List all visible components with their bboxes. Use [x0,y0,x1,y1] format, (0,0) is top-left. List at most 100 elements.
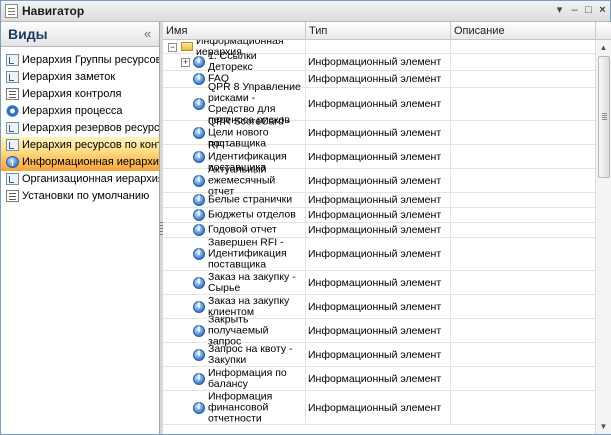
row-type: Информационный элемент [308,194,442,206]
table-row[interactable]: Запрос на квоту - Закупки Информационный … [163,343,595,367]
folder-icon [181,41,193,51]
info-element-icon [193,55,205,68]
views-panel: Виды « Иерархия Группы ресурсов Иерархия … [1,22,160,434]
cell-type: Информационный элемент [306,343,451,366]
view-item[interactable]: Иерархия процесса [1,103,159,120]
minimize-button[interactable]: – [567,3,582,18]
cell-description [451,88,595,120]
cell-description [451,223,595,237]
table-row[interactable]: +1. Ссылки ДеторексИнформационный элемен… [163,50,595,73]
view-item[interactable]: Информационная иерархия [1,154,159,171]
items-panel: Имя Тип Описание − Информационная иерархи… [163,22,611,434]
views-list: Иерархия Группы ресурсов Иерархия заметок… [1,52,159,205]
row-name: Годовой отчет [208,223,277,236]
tree-icon [6,71,19,83]
maximize-button[interactable]: □ [581,3,596,18]
cell-name: Запрос на квоту - Закупки [163,343,306,366]
cell-name: Информация по балансу [163,367,306,390]
table-row[interactable]: Завершен RFI - Идентификация поставщика И… [163,237,595,271]
vertical-scrollbar[interactable]: ▲ ▼ [595,40,611,434]
view-item[interactable]: Иерархия контроля [1,86,159,103]
view-item[interactable]: Иерархия резервов ресурса [1,120,159,137]
view-item-label: Иерархия ресурсов по контрол... [22,139,159,151]
cell-description [451,121,595,144]
row-type: Информационный элемент [308,248,442,260]
row-type: Информационный элемент [308,150,442,163]
cell-name: Информация финансовой отчетности [163,391,306,424]
cell-name: Заказ на закупку - Сырье [163,271,306,294]
cell-name: Актуальный ежемесячный отчет [163,164,306,197]
table-row[interactable]: Бюджеты отделов Информационный элемент [163,208,595,223]
table-row[interactable]: Информация финансовой отчетности Информац… [163,391,595,425]
cell-description [451,193,595,207]
title-bar: Навигатор ▾ – □ × [1,1,610,22]
row-type: Информационный элемент [308,348,442,361]
collapse-panel-button[interactable]: « [144,26,151,41]
row-type: Информационный элемент [308,209,442,221]
view-item[interactable]: Иерархия Группы ресурсов [1,52,159,69]
cell-type: Информационный элемент [306,367,451,390]
view-item[interactable]: Иерархия заметок [1,69,159,86]
row-name: Запрос на квоту - Закупки [208,342,293,366]
collapse-icon[interactable]: − [168,42,177,52]
gear-icon [6,105,19,117]
list-icon [6,88,19,100]
views-panel-title: Виды [8,26,48,42]
cell-description [451,208,595,222]
cell-type: Информационный элемент [306,71,451,87]
scrollbar-thumb[interactable] [598,56,610,178]
navigator-app-icon [5,4,18,18]
close-button[interactable]: × [595,3,610,18]
column-header-type[interactable]: Тип [306,22,451,40]
row-type: Информационный элемент [308,98,442,110]
navigator-window: Навигатор ▾ – □ × Виды « Иерархия Группы… [0,0,611,435]
cell-name: Закрыть получаемый запрос [163,314,306,347]
cell-name: Завершен RFI - Идентификация поставщика [163,237,306,270]
view-item-label: Иерархия заметок [22,71,116,83]
cell-description [451,238,595,270]
expand-icon[interactable]: + [181,58,190,67]
row-type: Информационный элемент [308,224,442,236]
cell-description [451,343,595,366]
list-icon [6,190,19,202]
views-panel-header: Виды « [1,22,159,47]
view-item[interactable]: Иерархия ресурсов по контрол... [1,137,159,154]
cell-type: Информационный элемент [306,208,451,222]
table-row[interactable]: Информация по балансу Информационный элем… [163,367,595,391]
table-row[interactable]: Заказ на закупку - Сырье Информационный э… [163,271,595,295]
cell-type: Информационный элемент [306,271,451,294]
table-row[interactable]: Актуальный ежемесячный отчетИнформационн… [163,164,595,197]
column-header-description[interactable]: Описание [451,22,596,40]
row-type: Информационный элемент [308,324,442,337]
tree-icon [6,173,19,185]
grid-body: −Информационная иерархия+1. Ссылки Детор… [163,40,595,434]
column-header-name[interactable]: Имя [163,22,306,40]
info-element-icon [193,247,205,260]
cell-type: Информационный элемент [306,193,451,207]
view-item[interactable]: Организационная иерархия [1,171,159,188]
info-element-icon [193,193,205,206]
row-type: Информационный элемент [308,372,442,385]
cell-type: Информационный элемент [306,169,451,192]
cell-type: Информационный элемент [306,88,451,120]
row-name: 1. Ссылки Деторекс [208,50,257,73]
row-name: Информация по балансу [208,366,287,390]
cell-type: Информационный элемент [306,391,451,424]
info-element-icon [193,208,205,221]
scroll-up-icon[interactable]: ▲ [597,41,610,54]
scroll-down-icon[interactable]: ▼ [597,420,610,433]
view-item-label: Иерархия процесса [22,105,123,117]
table-row[interactable]: Закрыть получаемый запросИнформационный … [163,314,595,347]
window-menu-dropdown-icon[interactable]: ▾ [552,3,567,18]
row-name: Информация финансовой отчетности [208,390,273,424]
table-row[interactable]: Белые странички Информационный элемент [163,193,595,208]
info-element-icon [193,126,205,139]
view-item-label: Информационная иерархия [22,156,159,168]
cell-description [451,295,595,318]
view-item-label: Организационная иерархия [22,173,159,185]
info-element-icon [193,324,205,337]
cell-type: Информационный элемент [306,319,451,342]
tree-icon [6,54,19,66]
view-item[interactable]: Установки по умолчанию [1,188,159,205]
row-type: Информационный элемент [308,276,442,289]
